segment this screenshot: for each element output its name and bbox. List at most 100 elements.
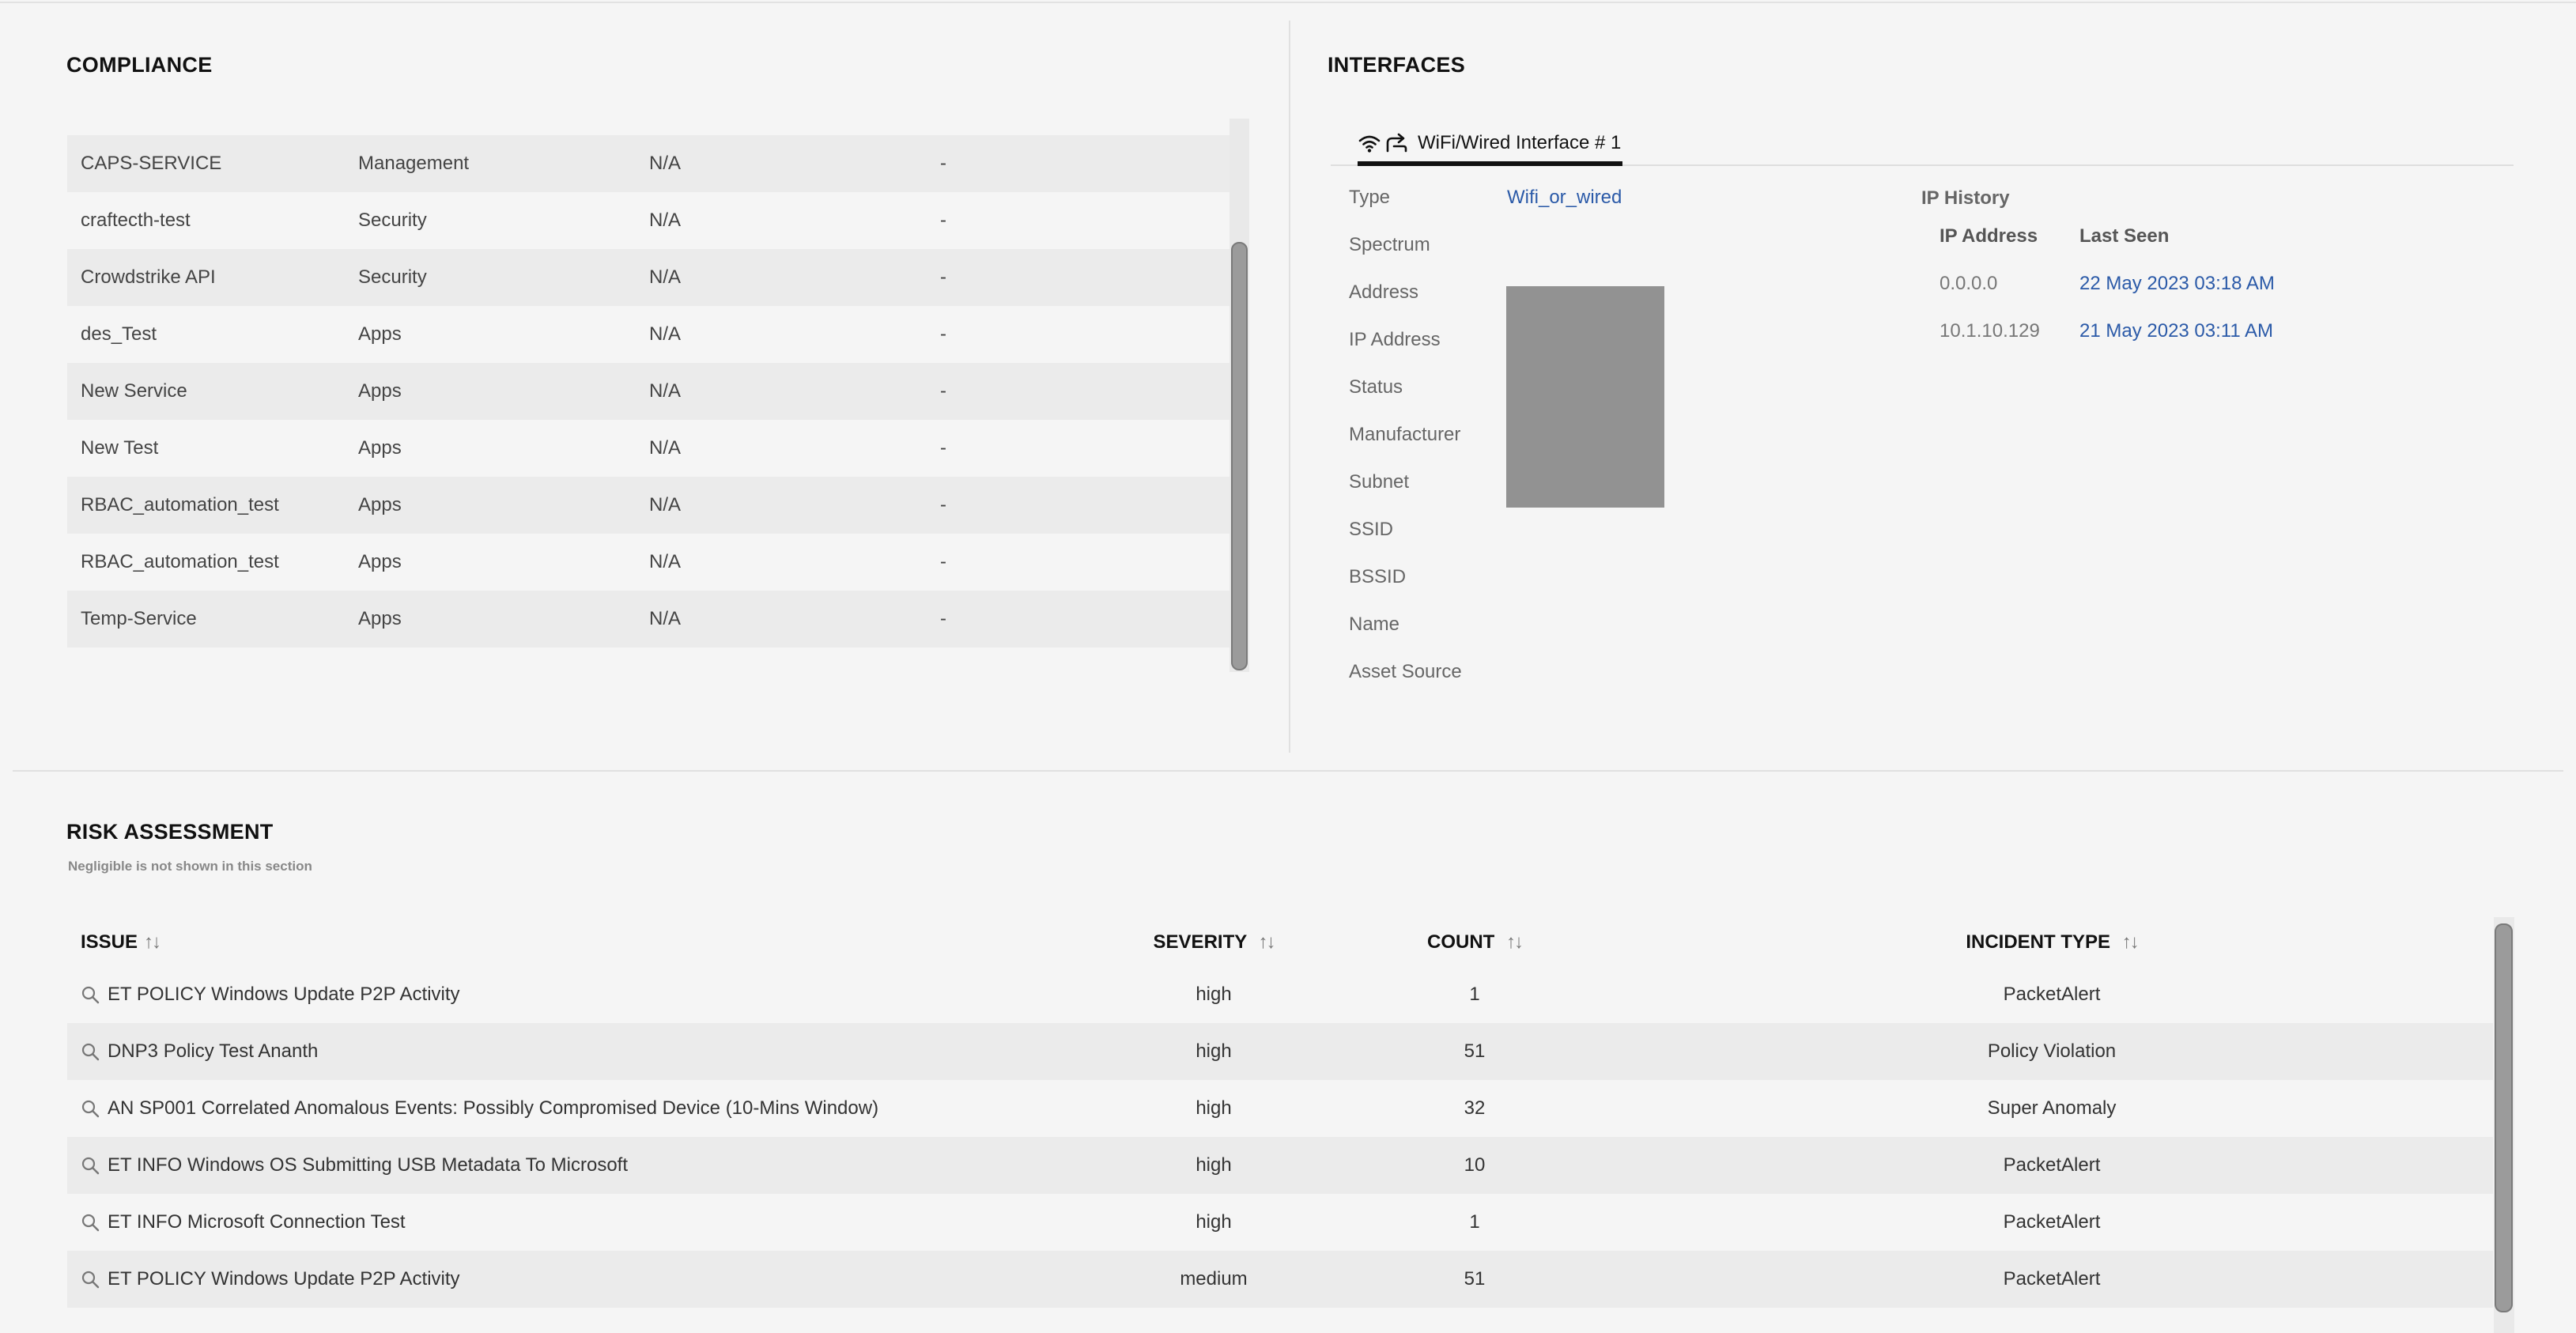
table-row[interactable]: RBAC_automation_test Apps N/A - [67, 477, 1229, 534]
compliance-section: COMPLIANCE CAPS-SERVICE Management N/A -… [66, 49, 1252, 682]
property-label: Address [1349, 281, 1419, 303]
incident-type-value: Policy Violation [1987, 1040, 2117, 1062]
risk-note: Negligible is not shown in this section [68, 859, 312, 874]
table-row[interactable]: ET POLICY Windows Update P2P Activity hi… [67, 966, 2493, 1023]
incident-type-value: PacketAlert [2003, 1268, 2101, 1290]
sort-icon[interactable]: ↑↓ [1506, 931, 1524, 953]
service-category: Apps [358, 608, 402, 629]
issue-cell: ET INFO Microsoft Connection Test [67, 1211, 1095, 1233]
issue-name: DNP3 Policy Test Ananth [108, 1040, 319, 1062]
service-status: N/A [649, 266, 682, 288]
ip-address-value: 10.1.10.129 [1940, 320, 2040, 342]
table-row[interactable]: des_Test Apps N/A - [67, 306, 1229, 363]
service-extra: - [940, 266, 946, 288]
severity-value: high [1195, 1097, 1232, 1119]
table-row[interactable]: AN SP001 Correlated Anomalous Events: Po… [67, 1080, 2493, 1137]
property-label: Manufacturer [1349, 424, 1461, 445]
issue-column-header[interactable]: ISSUE ↑↓ [67, 931, 1095, 953]
service-category: Apps [358, 323, 402, 345]
incident-type-column-header[interactable]: INCIDENT TYPE ↑↓ [1617, 931, 2487, 953]
count-value: 51 [1464, 1040, 1486, 1062]
table-row[interactable]: CAPS-SERVICE Management N/A - [67, 135, 1229, 192]
table-row[interactable]: New Service Apps N/A - [67, 363, 1229, 420]
compliance-scrollbar-thumb[interactable] [1231, 242, 1248, 670]
search-icon[interactable] [81, 1042, 100, 1061]
risk-table: ISSUE ↑↓ SEVERITY ↑↓ COUNT ↑↓ INCIDENT T… [67, 919, 2493, 1308]
count-value: 10 [1464, 1154, 1486, 1176]
table-row[interactable]: ET POLICY Windows Update P2P Activity me… [67, 1251, 2493, 1308]
search-icon[interactable] [81, 1213, 100, 1232]
risk-scrollbar-thumb[interactable] [2495, 923, 2513, 1312]
wired-connection-icon [1386, 133, 1407, 153]
property-value[interactable]: Wifi_or_wired [1507, 185, 1622, 210]
service-extra: - [940, 380, 946, 402]
issue-cell: ET POLICY Windows Update P2P Activity [67, 1268, 1095, 1290]
ip-history-row: 10.1.10.129 21 May 2023 03:11 AM [1921, 319, 2475, 343]
interface-tabbar: WiFi/Wired Interface # 1 [1331, 125, 2514, 166]
table-row[interactable]: New Test Apps N/A - [67, 420, 1229, 477]
table-row[interactable]: Temp-Service Apps N/A - [67, 591, 1229, 648]
table-row[interactable]: RBAC_automation_test Apps N/A - [67, 534, 1229, 591]
count-header-label: COUNT [1427, 931, 1495, 953]
issue-cell: AN SP001 Correlated Anomalous Events: Po… [67, 1097, 1095, 1120]
service-status: N/A [649, 323, 682, 345]
table-row[interactable]: craftecth-test Security N/A - [67, 192, 1229, 249]
horizontal-divider [13, 770, 2563, 772]
service-extra: - [940, 494, 946, 515]
service-name: Temp-Service [81, 608, 197, 629]
service-name: New Service [81, 380, 187, 402]
service-extra: - [940, 210, 946, 231]
property-label: Asset Source [1349, 661, 1462, 682]
count-column-header[interactable]: COUNT ↑↓ [1332, 931, 1617, 953]
service-status: N/A [649, 608, 682, 629]
sort-icon[interactable]: ↑↓ [2122, 931, 2140, 953]
search-icon[interactable] [81, 1270, 100, 1289]
property-label: Name [1349, 614, 1400, 635]
table-row[interactable]: ET INFO Windows OS Submitting USB Metada… [67, 1137, 2493, 1194]
compliance-title: COMPLIANCE [66, 53, 213, 77]
property-row-spectrum: Spectrum [1349, 232, 1622, 280]
last-seen-link[interactable]: 22 May 2023 03:18 AM [2079, 272, 2275, 296]
service-category: Apps [358, 551, 402, 572]
service-status: N/A [649, 153, 682, 174]
service-extra: - [940, 153, 946, 174]
search-icon[interactable] [81, 1156, 100, 1175]
service-status: N/A [649, 380, 682, 402]
last-seen-column-header: Last Seen [2079, 225, 2170, 247]
service-name: RBAC_automation_test [81, 551, 279, 572]
service-extra: - [940, 323, 946, 345]
service-category: Security [358, 266, 427, 288]
vertical-divider [1289, 21, 1290, 753]
severity-value: high [1195, 1154, 1232, 1176]
service-name: New Test [81, 437, 159, 459]
count-value: 51 [1464, 1268, 1486, 1290]
service-status: N/A [649, 210, 682, 231]
sort-icon[interactable]: ↑↓ [144, 931, 161, 953]
ip-history-title: IP History [1921, 187, 2010, 209]
property-row-name: Name [1349, 612, 1622, 659]
severity-column-header[interactable]: SEVERITY ↑↓ [1095, 931, 1332, 953]
severity-header-label: SEVERITY [1153, 931, 1247, 953]
ip-history-header: IP Address Last Seen [1921, 225, 2475, 248]
property-row-ssid: SSID [1349, 517, 1622, 565]
risk-assessment-section: RISK ASSESSMENT Negligible is not shown … [66, 816, 2517, 1333]
search-icon[interactable] [81, 1099, 100, 1118]
sort-icon[interactable]: ↑↓ [1258, 931, 1275, 953]
issue-name: ET POLICY Windows Update P2P Activity [108, 984, 460, 1005]
issue-name: ET INFO Microsoft Connection Test [108, 1211, 406, 1233]
table-row[interactable]: DNP3 Policy Test Ananth high 51 Policy V… [67, 1023, 2493, 1080]
service-status: N/A [649, 551, 682, 572]
table-row[interactable]: ET INFO Microsoft Connection Test high 1… [67, 1194, 2493, 1251]
issue-cell: ET POLICY Windows Update P2P Activity [67, 984, 1095, 1006]
tab-wifi-wired-interface-1[interactable]: WiFi/Wired Interface # 1 [1358, 125, 1623, 166]
ip-history: IP History IP Address Last Seen 0.0.0.0 … [1921, 187, 2475, 343]
property-label: SSID [1349, 519, 1394, 540]
last-seen-link[interactable]: 21 May 2023 03:11 AM [2079, 319, 2273, 343]
top-divider [0, 2, 2576, 3]
service-name: CAPS-SERVICE [81, 153, 222, 174]
count-value: 1 [1469, 984, 1480, 1005]
issue-cell: DNP3 Policy Test Ananth [67, 1040, 1095, 1063]
risk-assessment-title: RISK ASSESSMENT [66, 820, 274, 844]
table-row[interactable]: Crowdstrike API Security N/A - [67, 249, 1229, 306]
search-icon[interactable] [81, 985, 100, 1004]
